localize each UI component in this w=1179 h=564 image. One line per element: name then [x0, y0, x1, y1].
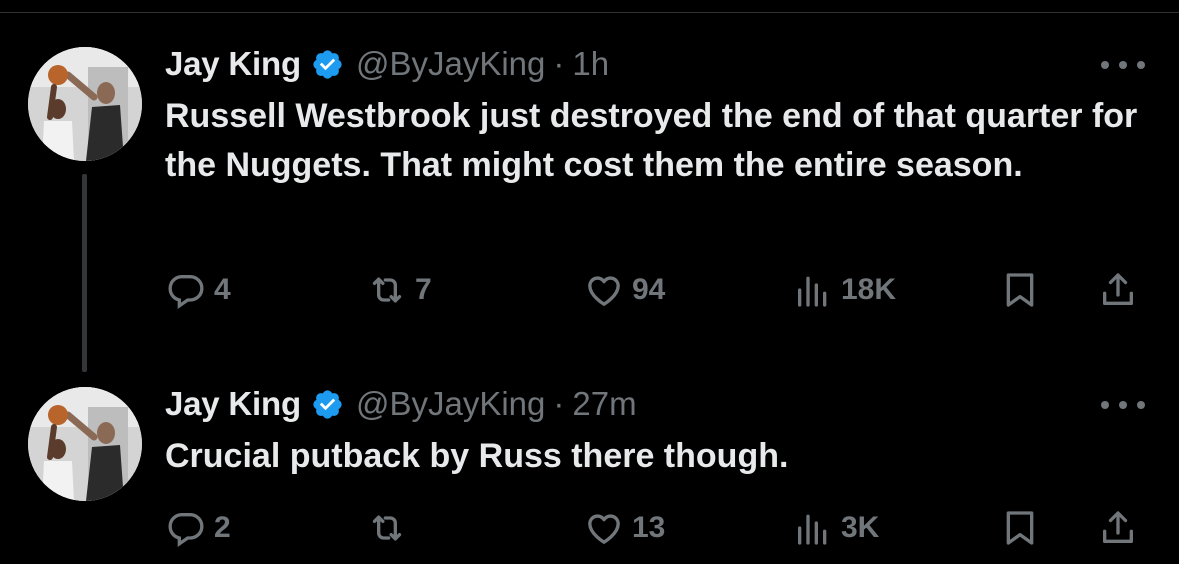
tweet-text: Russell Westbrook just destroyed the end… — [165, 97, 1138, 184]
author-name[interactable]: Jay King — [165, 45, 301, 83]
views-count: 3K — [841, 511, 880, 544]
views-count: 18K — [841, 273, 897, 306]
tweet[interactable]: Jay King @ByJayKing · 1h Russell Westbro… — [0, 0, 1179, 372]
share-button[interactable] — [1098, 506, 1138, 550]
share-icon — [1103, 273, 1133, 305]
more-icon[interactable] — [1101, 395, 1145, 415]
tweet-header: Jay King @ByJayKing · 27m — [165, 382, 637, 426]
timestamp[interactable]: 27m — [572, 385, 636, 423]
like-button[interactable]: 13 — [584, 506, 665, 550]
more-icon[interactable] — [1101, 55, 1145, 75]
author-handle[interactable]: @ByJayKing — [356, 45, 545, 83]
separator-dot: · — [553, 45, 565, 82]
retweet-icon — [372, 277, 402, 303]
retweet-button[interactable] — [367, 506, 415, 550]
timestamp[interactable]: 1h — [572, 45, 609, 83]
verified-badge-icon — [313, 389, 342, 419]
views-icon — [798, 514, 827, 545]
reply-count: 4 — [214, 273, 231, 306]
avatar[interactable] — [28, 387, 142, 501]
avatar[interactable] — [28, 47, 142, 161]
author-handle[interactable]: @ByJayKing — [356, 385, 545, 423]
share-button[interactable] — [1098, 268, 1138, 312]
like-icon — [588, 276, 620, 306]
reply-icon — [168, 275, 204, 310]
action-bar: 4 7 94 18K — [0, 268, 1179, 312]
reply-button[interactable]: 4 — [166, 268, 231, 312]
views-icon — [798, 276, 827, 307]
action-bar: 2 13 3K — [0, 506, 1179, 550]
separator-dot: · — [553, 385, 565, 422]
tweet[interactable]: Jay King @ByJayKing · 27m Crucial putbac… — [0, 370, 1179, 564]
author-name[interactable]: Jay King — [165, 385, 301, 423]
retweet-button[interactable]: 7 — [367, 268, 432, 312]
verified-badge-icon — [313, 49, 342, 79]
like-button[interactable]: 94 — [584, 268, 665, 312]
retweet-icon — [372, 515, 402, 541]
reply-button[interactable]: 2 — [166, 506, 231, 550]
like-count: 94 — [632, 273, 666, 306]
views-button[interactable]: 18K — [793, 268, 896, 312]
bookmark-icon — [1006, 511, 1034, 545]
tweet-header: Jay King @ByJayKing · 1h — [165, 42, 609, 86]
reply-count: 2 — [214, 511, 231, 544]
bookmark-button[interactable] — [1000, 506, 1040, 550]
bookmark-button[interactable] — [1000, 268, 1040, 312]
reply-icon — [168, 513, 204, 548]
share-icon — [1103, 511, 1133, 543]
like-icon — [588, 514, 620, 544]
bookmark-icon — [1006, 273, 1034, 307]
like-count: 13 — [632, 511, 666, 544]
views-button[interactable]: 3K — [793, 506, 879, 550]
tweet-text: Crucial putback by Russ there though. — [165, 437, 789, 475]
retweet-count: 7 — [415, 273, 432, 306]
